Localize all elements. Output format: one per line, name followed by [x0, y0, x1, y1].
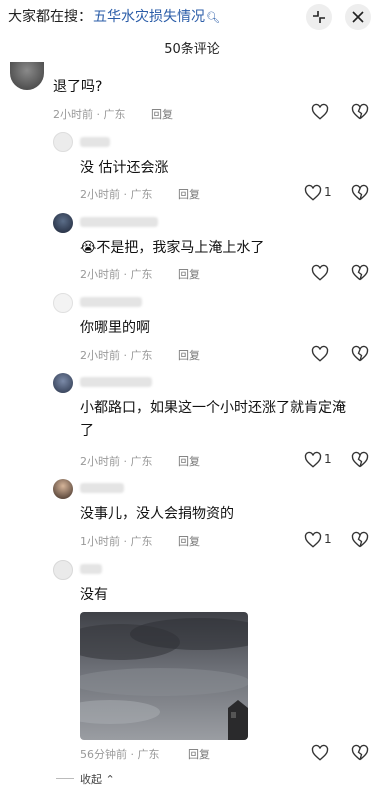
- reply-button[interactable]: 回复: [188, 746, 210, 762]
- comment-time: 2小时前 · 广东: [80, 349, 153, 362]
- avatar[interactable]: [53, 293, 73, 313]
- avatar[interactable]: [53, 479, 73, 499]
- comment-time: 2小时前 · 广东: [80, 268, 153, 281]
- username-redacted: [80, 483, 124, 493]
- reply-button[interactable]: 回复: [178, 266, 200, 282]
- comment-text: 你哪里的啊: [80, 320, 150, 336]
- close-icon: [352, 11, 364, 23]
- comment-text: 😭不是把，我家马上淹上水了: [80, 240, 265, 256]
- like-count: 1: [324, 532, 332, 546]
- comment-text: 没 估计还会涨: [80, 160, 169, 176]
- reply-button[interactable]: 回复: [151, 106, 173, 122]
- collapse-arrows-icon: [313, 11, 325, 23]
- search-icon: 🔍︎: [206, 11, 220, 24]
- username-redacted: [80, 377, 152, 387]
- comment-photo[interactable]: [80, 612, 248, 740]
- username-redacted: [80, 297, 142, 307]
- reply-button[interactable]: 回复: [178, 533, 200, 549]
- avatar[interactable]: [10, 62, 44, 90]
- comment-time: 56分钟前 · 广东: [80, 748, 160, 761]
- heart-icon[interactable]: [311, 103, 329, 121]
- divider-line: [56, 778, 74, 779]
- reply-button[interactable]: 回复: [178, 453, 200, 469]
- comment-count: 50条评论: [164, 42, 220, 57]
- broken-heart-icon[interactable]: [351, 264, 369, 282]
- avatar[interactable]: [53, 213, 73, 233]
- like-count: 1: [324, 185, 332, 199]
- heart-icon[interactable]: [311, 345, 329, 363]
- chevron-up-icon: ⌃: [105, 773, 115, 786]
- heart-icon[interactable]: [304, 451, 322, 469]
- username-redacted: [80, 564, 102, 574]
- crying-emoji: 😭: [80, 240, 97, 256]
- comment-time: 1小时前 · 广东: [80, 535, 153, 548]
- broken-heart-icon[interactable]: [351, 744, 369, 762]
- broken-heart-icon[interactable]: [351, 103, 369, 121]
- reply-button[interactable]: 回复: [178, 347, 200, 363]
- search-prefix: 大家都在搜：: [8, 9, 92, 25]
- collapse-button[interactable]: [306, 4, 332, 30]
- avatar[interactable]: [53, 132, 73, 152]
- like-count: 1: [324, 452, 332, 466]
- avatar[interactable]: [53, 373, 73, 393]
- heart-icon[interactable]: [311, 264, 329, 282]
- heart-icon[interactable]: [311, 744, 329, 762]
- heart-icon[interactable]: [304, 184, 322, 202]
- close-button[interactable]: [345, 4, 371, 30]
- username-redacted: [80, 137, 110, 147]
- broken-heart-icon[interactable]: [351, 345, 369, 363]
- reply-button[interactable]: 回复: [178, 186, 200, 202]
- comment-time: 2小时前 · 广东: [80, 455, 153, 468]
- avatar[interactable]: [53, 560, 73, 580]
- comment-text: 没有: [80, 587, 108, 603]
- broken-heart-icon[interactable]: [351, 531, 369, 549]
- heart-icon[interactable]: [304, 531, 322, 549]
- comment-text: 退了吗?: [53, 79, 103, 95]
- collapse-replies-button[interactable]: 收起 ⌃: [80, 771, 115, 787]
- comment-text: 没事儿，没人会捐物资的: [80, 506, 234, 522]
- cloudy-sky-photo: [80, 612, 248, 740]
- broken-heart-icon[interactable]: [351, 451, 369, 469]
- broken-heart-icon[interactable]: [351, 184, 369, 202]
- username-redacted: [80, 217, 158, 227]
- comment-time: 2小时前 · 广东: [53, 108, 126, 121]
- comment-time: 2小时前 · 广东: [80, 188, 153, 201]
- search-topic-link[interactable]: 五华水灾损失情况🔍︎: [93, 6, 220, 26]
- comment-text: 小都路口，如果这一个小时还涨了就肯定淹了: [80, 400, 346, 439]
